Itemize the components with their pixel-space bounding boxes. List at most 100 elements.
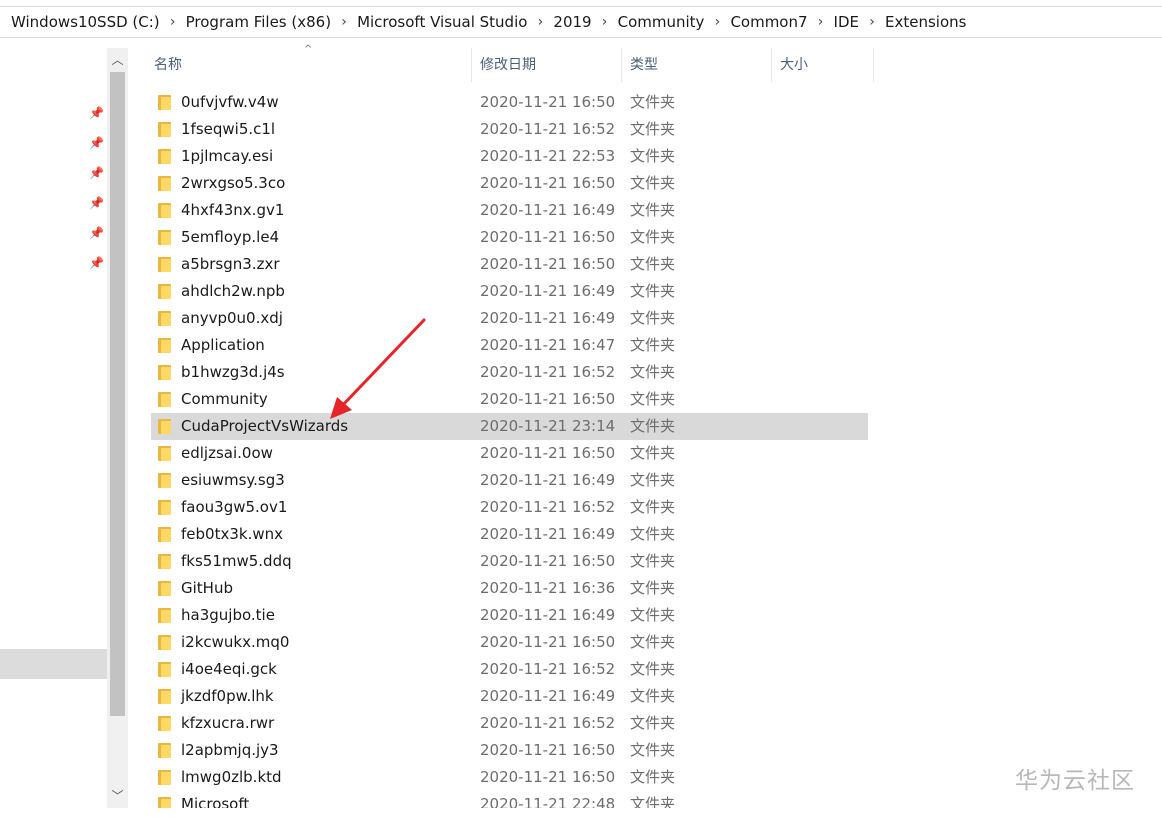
chevron-right-icon[interactable]: › (592, 14, 618, 30)
file-type: 文件夹 (630, 714, 676, 732)
file-row[interactable]: 0ufvjvfw.v4w 2020-11-21 16:50 文件夹 (151, 89, 868, 116)
nav-item-selected[interactable] (0, 649, 107, 679)
chevron-right-icon[interactable]: › (160, 14, 186, 30)
folder-icon (158, 446, 171, 461)
file-modified-date: 2020-11-21 16:50 (480, 174, 616, 192)
chevron-right-icon[interactable]: › (331, 14, 357, 30)
file-type: 文件夹 (630, 309, 676, 327)
file-modified-date: 2020-11-21 16:52 (480, 660, 616, 678)
file-row[interactable]: jkzdf0pw.lhk 2020-11-21 16:49 文件夹 (151, 683, 868, 710)
file-type: 文件夹 (630, 282, 676, 300)
folder-icon (158, 284, 171, 299)
folder-icon (158, 392, 171, 407)
pin-icon[interactable]: 📌 (89, 136, 104, 150)
folder-icon (158, 203, 171, 218)
breadcrumb-item[interactable]: Community (618, 13, 705, 31)
file-row[interactable]: 2wrxgso5.3co 2020-11-21 16:50 文件夹 (151, 170, 868, 197)
file-row[interactable]: Microsoft 2020-11-21 22:48 文件夹 (151, 791, 868, 808)
chevron-up-icon[interactable]: ︿ (107, 48, 128, 72)
file-name: Microsoft (181, 795, 250, 808)
file-modified-date: 2020-11-21 16:49 (480, 687, 616, 705)
file-row[interactable]: faou3gw5.ov1 2020-11-21 16:52 文件夹 (151, 494, 868, 521)
file-modified-date: 2020-11-21 16:50 (480, 228, 616, 246)
folder-icon (158, 311, 171, 326)
file-row[interactable]: ahdlch2w.npb 2020-11-21 16:49 文件夹 (151, 278, 868, 305)
folder-icon (158, 581, 171, 596)
file-row[interactable]: i2kcwukx.mq0 2020-11-21 16:50 文件夹 (151, 629, 868, 656)
breadcrumb-item[interactable]: Common7 (730, 13, 807, 31)
folder-icon (158, 122, 171, 137)
folder-icon (158, 149, 171, 164)
column-header-modified[interactable]: 修改日期 (471, 48, 622, 82)
file-row[interactable]: a5brsgn3.zxr 2020-11-21 16:50 文件夹 (151, 251, 868, 278)
file-modified-date: 2020-11-21 16:52 (480, 498, 616, 516)
file-name: CudaProjectVsWizards (181, 417, 349, 435)
file-row[interactable]: ha3gujbo.tie 2020-11-21 16:49 文件夹 (151, 602, 868, 629)
file-row[interactable]: lmwg0zlb.ktd 2020-11-21 16:50 文件夹 (151, 764, 868, 791)
file-row[interactable]: 4hxf43nx.gv1 2020-11-21 16:49 文件夹 (151, 197, 868, 224)
chevron-down-icon[interactable]: ﹀ (107, 784, 128, 808)
file-row[interactable]: CudaProjectVsWizards 2020-11-21 23:14 文件夹 (151, 413, 868, 440)
folder-icon (158, 257, 171, 272)
breadcrumb-item[interactable]: Windows10SSD (C:) (11, 13, 160, 31)
file-row[interactable]: 1pjlmcay.esi 2020-11-21 22:53 文件夹 (151, 143, 868, 170)
file-row[interactable]: feb0tx3k.wnx 2020-11-21 16:49 文件夹 (151, 521, 868, 548)
file-row[interactable]: 1fseqwi5.c1l 2020-11-21 16:52 文件夹 (151, 116, 868, 143)
breadcrumb-item[interactable]: Program Files (x86) (186, 13, 331, 31)
file-name: esiuwmsy.sg3 (181, 471, 285, 489)
file-type: 文件夹 (630, 552, 676, 570)
breadcrumb[interactable]: Windows10SSD (C:) › Program Files (x86) › Mi… (0, 6, 1162, 38)
column-header-type[interactable]: 类型 (621, 48, 772, 82)
file-type: 文件夹 (630, 363, 676, 381)
file-type: 文件夹 (630, 768, 676, 786)
pin-icon[interactable]: 📌 (89, 256, 104, 270)
pin-icon[interactable]: 📌 (89, 166, 104, 180)
folder-icon (158, 689, 171, 704)
column-header-size[interactable]: 大小 (771, 48, 874, 82)
file-modified-date: 2020-11-21 16:50 (480, 741, 616, 759)
file-row[interactable]: l2apbmjq.jy3 2020-11-21 16:50 文件夹 (151, 737, 868, 764)
file-row[interactable]: i4oe4eqi.gck 2020-11-21 16:52 文件夹 (151, 656, 868, 683)
breadcrumb-item[interactable]: Extensions (885, 13, 966, 31)
file-modified-date: 2020-11-21 16:50 (480, 93, 616, 111)
column-header-label: 类型 (630, 57, 658, 73)
chevron-right-icon[interactable]: › (859, 14, 885, 30)
breadcrumb-item[interactable]: IDE (834, 13, 859, 31)
file-type: 文件夹 (630, 525, 676, 543)
file-name: anyvp0u0.xdj (181, 309, 283, 327)
file-modified-date: 2020-11-21 16:52 (480, 120, 616, 138)
breadcrumb-item[interactable]: Microsoft Visual Studio (357, 13, 527, 31)
file-modified-date: 2020-11-21 22:48 (480, 795, 616, 808)
scrollbar-thumb[interactable] (110, 72, 125, 716)
column-headers: ^ 名称 修改日期 类型 大小 (145, 44, 885, 82)
pin-icon[interactable]: 📌 (89, 106, 104, 120)
file-type: 文件夹 (630, 174, 676, 192)
file-row[interactable]: kfzxucra.rwr 2020-11-21 16:52 文件夹 (151, 710, 868, 737)
file-row[interactable]: edljzsai.0ow 2020-11-21 16:50 文件夹 (151, 440, 868, 467)
file-type: 文件夹 (630, 390, 676, 408)
chevron-right-icon[interactable]: › (527, 14, 553, 30)
file-row[interactable]: anyvp0u0.xdj 2020-11-21 16:49 文件夹 (151, 305, 868, 332)
file-type: 文件夹 (630, 633, 676, 651)
column-header-label: 大小 (780, 57, 808, 73)
file-row[interactable]: 5emfloyp.le4 2020-11-21 16:50 文件夹 (151, 224, 868, 251)
file-row[interactable]: Community 2020-11-21 16:50 文件夹 (151, 386, 868, 413)
column-header-label: 名称 (154, 57, 182, 73)
pin-icon[interactable]: 📌 (89, 196, 104, 210)
chevron-right-icon[interactable]: › (808, 14, 834, 30)
file-name: b1hwzg3d.j4s (181, 363, 285, 381)
pin-icon[interactable]: 📌 (89, 226, 104, 240)
breadcrumb-item[interactable]: 2019 (553, 13, 591, 31)
file-name: jkzdf0pw.lhk (181, 687, 274, 705)
folder-icon (158, 365, 171, 380)
file-row[interactable]: fks51mw5.ddq 2020-11-21 16:50 文件夹 (151, 548, 868, 575)
column-header-name[interactable]: 名称 (145, 48, 472, 82)
nav-scrollbar[interactable]: ︿ ﹀ (107, 48, 128, 808)
file-row[interactable]: Application 2020-11-21 16:47 文件夹 (151, 332, 868, 359)
file-row[interactable]: b1hwzg3d.j4s 2020-11-21 16:52 文件夹 (151, 359, 868, 386)
file-row[interactable]: GitHub 2020-11-21 16:36 文件夹 (151, 575, 868, 602)
chevron-right-icon[interactable]: › (704, 14, 730, 30)
file-name: GitHub (181, 579, 233, 597)
folder-icon (158, 608, 171, 623)
file-row[interactable]: esiuwmsy.sg3 2020-11-21 16:49 文件夹 (151, 467, 868, 494)
